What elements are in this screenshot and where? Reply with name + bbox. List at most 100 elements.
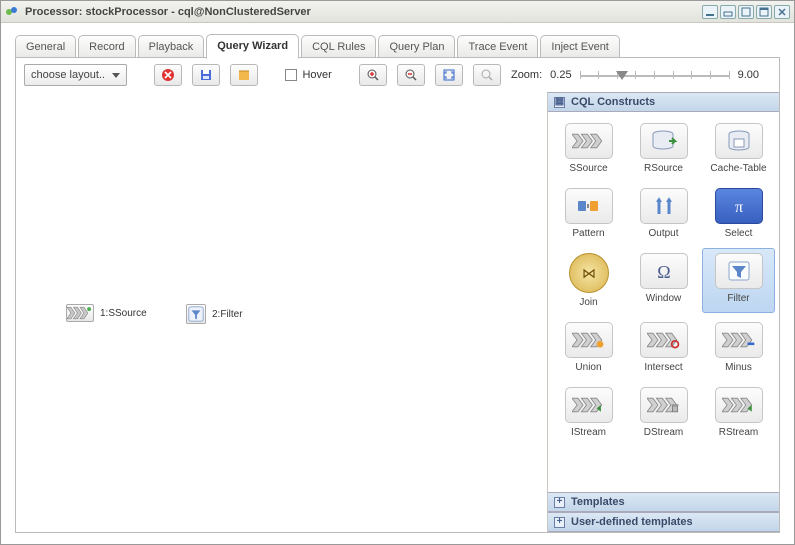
tab-query-wizard[interactable]: Query Wizard	[206, 34, 299, 59]
svg-text:⋈: ⋈	[582, 265, 596, 281]
palette-item-union[interactable]: Union	[552, 317, 625, 378]
palette-item-ssource[interactable]: SSource	[552, 118, 625, 179]
tab-panel: choose layout.. Hover Zoom: 0.25 9.00	[15, 57, 780, 533]
zoom-slider[interactable]	[580, 67, 730, 83]
titlebar: Processor: stockProcessor - cql@NonClust…	[1, 1, 794, 23]
palette-item-label: DStream	[644, 427, 683, 438]
window-buttons	[702, 5, 790, 19]
tab-record[interactable]: Record	[78, 35, 135, 59]
palette-item-filter[interactable]: Filter	[702, 248, 775, 313]
tabs: General Record Playback Query Wizard CQL…	[1, 23, 794, 58]
palette-item-rstream[interactable]: RStream	[702, 382, 775, 443]
checkbox-icon	[285, 69, 297, 81]
palette-item-label: Union	[575, 362, 601, 373]
palette-item-intersect[interactable]: Intersect	[627, 317, 700, 378]
palette-item-rsource[interactable]: RSource	[627, 118, 700, 179]
save-button[interactable]	[192, 64, 220, 86]
zoom-min: 0.25	[550, 69, 571, 81]
palette-item-label: Select	[725, 228, 753, 239]
panel-title: User-defined templates	[571, 516, 693, 528]
expand-icon: +	[554, 497, 565, 508]
hover-checkbox[interactable]: Hover	[285, 69, 331, 81]
palette-item-label: IStream	[571, 427, 606, 438]
palette-item-label: SSource	[569, 163, 607, 174]
tab-query-plan[interactable]: Query Plan	[378, 35, 455, 59]
zoom-max: 9.00	[738, 69, 759, 81]
palette-grid: SSource RSource Cache-Table Pattern	[548, 112, 779, 492]
database-arrow-icon	[640, 123, 688, 159]
chevron-group-icon	[565, 387, 613, 423]
chevron-group-icon	[640, 387, 688, 423]
canvas-node-label: 2:Filter	[212, 309, 243, 320]
toolbar: choose layout.. Hover Zoom: 0.25 9.00	[16, 58, 779, 92]
tab-trace-event[interactable]: Trace Event	[457, 35, 538, 59]
palette-item-output[interactable]: Output	[627, 183, 700, 244]
window-title: Processor: stockProcessor - cql@NonClust…	[25, 6, 702, 18]
layout-dropdown-label: choose layout..	[31, 69, 106, 81]
svg-text:π: π	[734, 199, 742, 216]
palette-item-label: Intersect	[644, 362, 682, 373]
minimize-button[interactable]	[702, 5, 718, 19]
database-icon	[715, 123, 763, 159]
panel-title: CQL Constructs	[571, 96, 655, 108]
tab-playback[interactable]: Playback	[138, 35, 205, 59]
zoom-label: Zoom:	[511, 69, 542, 81]
panel-cql-constructs[interactable]: ▦ CQL Constructs	[548, 92, 779, 112]
svg-text:Ω: Ω	[657, 262, 670, 282]
chevron-group-icon	[715, 322, 763, 358]
join-icon: ⋈	[569, 253, 609, 293]
clear-button[interactable]	[230, 64, 258, 86]
palette-item-label: Pattern	[572, 228, 604, 239]
pattern-icon	[565, 188, 613, 224]
tab-inject-event[interactable]: Inject Event	[540, 35, 619, 59]
palette-item-minus[interactable]: Minus	[702, 317, 775, 378]
panel-templates[interactable]: + Templates	[548, 492, 779, 512]
palette-item-istream[interactable]: IStream	[552, 382, 625, 443]
maximize-button[interactable]	[756, 5, 772, 19]
palette-item-label: Filter	[727, 293, 749, 304]
dock-button[interactable]	[720, 5, 736, 19]
palette-item-label: Output	[648, 228, 678, 239]
palette-item-label: Window	[646, 293, 682, 304]
hover-label: Hover	[302, 69, 331, 81]
palette-item-pattern[interactable]: Pattern	[552, 183, 625, 244]
palette-item-label: Join	[579, 297, 597, 308]
chevron-down-icon	[112, 73, 120, 78]
chevron-group-icon	[565, 322, 613, 358]
canvas-node-label: 1:SSource	[100, 308, 147, 319]
filter-icon	[186, 304, 206, 324]
close-button[interactable]	[774, 5, 790, 19]
palette-item-cache-table[interactable]: Cache-Table	[702, 118, 775, 179]
restore-button[interactable]	[738, 5, 754, 19]
palette-item-select[interactable]: π Select	[702, 183, 775, 244]
layout-dropdown[interactable]: choose layout..	[24, 64, 127, 86]
chevron-group-icon	[66, 304, 94, 322]
pi-icon: π	[715, 188, 763, 224]
palette-item-label: RSource	[644, 163, 683, 174]
output-icon	[640, 188, 688, 224]
chevron-group-icon	[640, 322, 688, 358]
zoom-in-button[interactable]	[359, 64, 387, 86]
chevron-group-icon	[715, 387, 763, 423]
palette-item-label: Cache-Table	[710, 163, 766, 174]
chevron-group-icon	[565, 123, 613, 159]
zoom-control: Zoom: 0.25 9.00	[511, 67, 771, 83]
panel-user-templates[interactable]: + User-defined templates	[548, 512, 779, 532]
canvas[interactable]: 1:SSource 2:Filter	[16, 92, 547, 532]
palette-item-window[interactable]: Ω Window	[627, 248, 700, 313]
palette: ▦ CQL Constructs SSource RSource	[547, 92, 779, 532]
canvas-node-ssource[interactable]: 1:SSource	[66, 304, 147, 322]
tab-cql-rules[interactable]: CQL Rules	[301, 35, 376, 59]
delete-button[interactable]	[154, 64, 182, 86]
palette-item-dstream[interactable]: DStream	[627, 382, 700, 443]
grid-icon: ▦	[554, 97, 565, 108]
zoom-reset-button[interactable]	[473, 64, 501, 86]
slider-knob-icon	[616, 71, 628, 80]
palette-item-join[interactable]: ⋈ Join	[552, 248, 625, 313]
fit-button[interactable]	[435, 64, 463, 86]
tab-general[interactable]: General	[15, 35, 76, 59]
zoom-out-button[interactable]	[397, 64, 425, 86]
canvas-node-filter[interactable]: 2:Filter	[186, 304, 243, 324]
content: 1:SSource 2:Filter ▦ CQL Constructs	[16, 92, 779, 532]
expand-icon: +	[554, 517, 565, 528]
